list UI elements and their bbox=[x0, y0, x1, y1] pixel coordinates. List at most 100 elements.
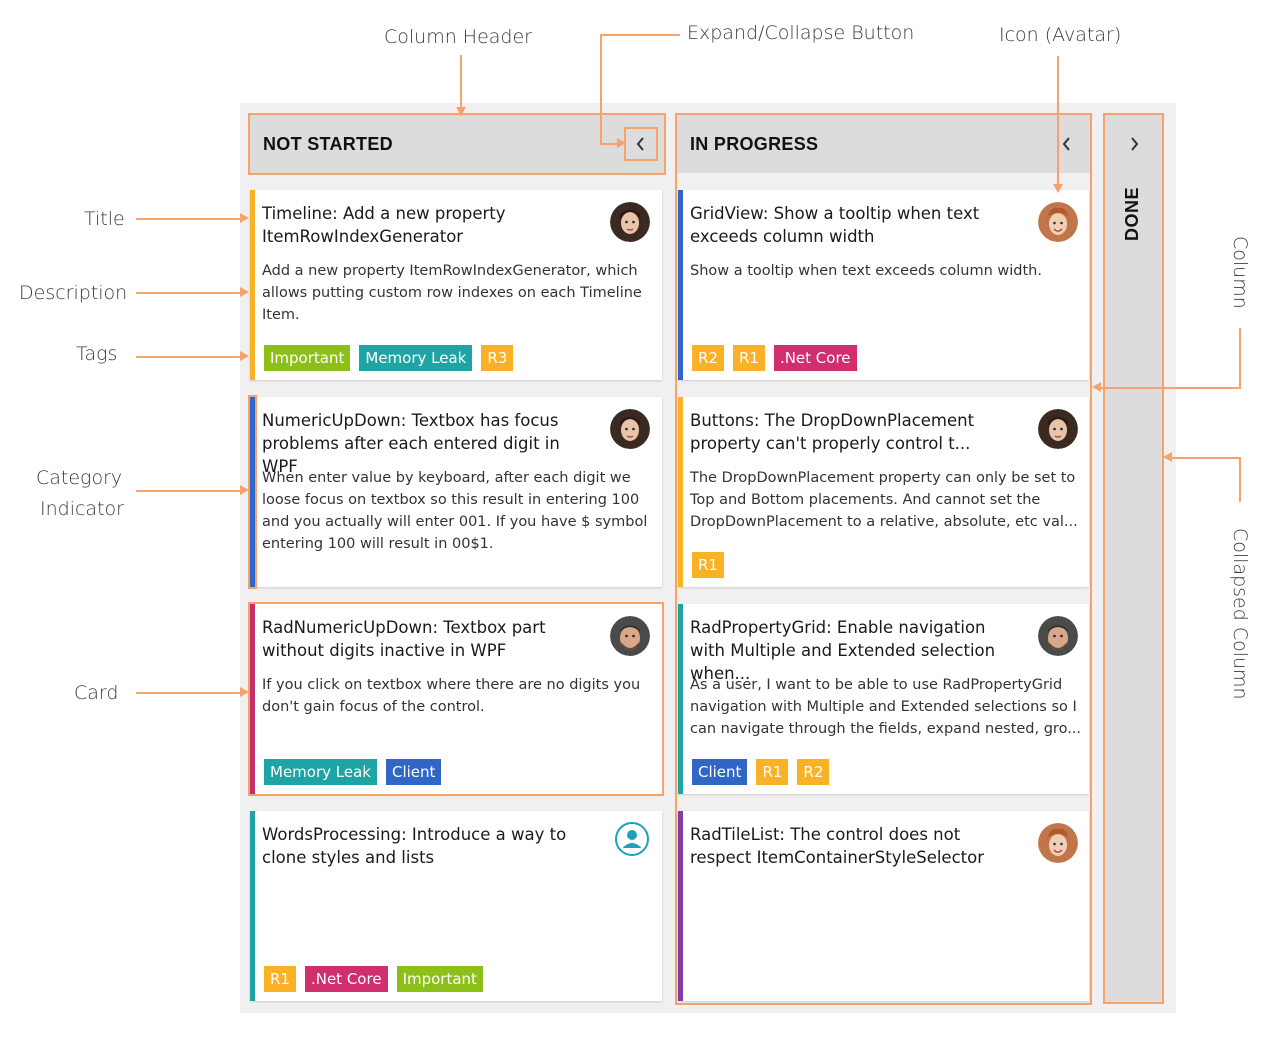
annotation-line bbox=[1057, 56, 1059, 184]
card-title: Buttons: The DropDownPlacement property … bbox=[690, 411, 975, 453]
card-title: WordsProcessing: Introduce a way to clon… bbox=[262, 825, 567, 867]
annotation-title: Title bbox=[84, 208, 125, 230]
category-indicator bbox=[250, 604, 255, 794]
tag-r2[interactable]: R2 bbox=[692, 345, 724, 371]
category-indicator bbox=[248, 395, 257, 589]
card-tags: Memory Leak Client bbox=[264, 759, 442, 785]
card[interactable]: Timeline: Add a new property ItemRowInde… bbox=[250, 190, 662, 380]
card-description: When enter value by keyboard, after each… bbox=[262, 470, 648, 552]
annotation-arrow bbox=[1053, 184, 1063, 193]
annotation-line bbox=[460, 55, 462, 107]
chevron-left-icon bbox=[636, 137, 644, 151]
annotation-line bbox=[600, 143, 618, 145]
chevron-right-icon bbox=[1131, 137, 1139, 151]
annotation-card: Card bbox=[74, 682, 119, 704]
annotation-arrow bbox=[240, 351, 249, 361]
category-indicator bbox=[250, 190, 255, 380]
annotation-line bbox=[1239, 328, 1241, 388]
tag-memory-leak[interactable]: Memory Leak bbox=[359, 345, 473, 371]
card[interactable]: NumericUpDown: Textbox has focus problem… bbox=[248, 395, 662, 589]
tag-important[interactable]: Important bbox=[396, 966, 483, 992]
tag-net-core[interactable]: .Net Core bbox=[773, 345, 857, 371]
annotation-arrow bbox=[240, 485, 249, 495]
tag-r1[interactable]: R1 bbox=[692, 552, 724, 578]
collapse-button[interactable] bbox=[624, 127, 658, 161]
annotation-arrow bbox=[240, 213, 249, 223]
chevron-left-icon bbox=[1062, 137, 1070, 151]
user-placeholder-icon bbox=[614, 821, 650, 857]
card[interactable]: RadTileList: The control does not respec… bbox=[678, 811, 1089, 1001]
tag-client[interactable]: Client bbox=[385, 759, 442, 785]
tag-r3[interactable]: R3 bbox=[481, 345, 514, 371]
category-indicator bbox=[678, 811, 683, 1001]
card-title: Timeline: Add a new property ItemRowInde… bbox=[262, 204, 506, 246]
annotation-line bbox=[600, 34, 602, 144]
annotation-arrow bbox=[617, 138, 626, 148]
card-tags: Important Memory Leak R3 bbox=[264, 345, 514, 371]
card-title: RadTileList: The control does not respec… bbox=[690, 825, 984, 867]
annotation-category-indicator-line1: Category bbox=[36, 467, 123, 489]
column-header-in-progress: IN PROGRESS bbox=[677, 115, 1090, 173]
tag-r1[interactable]: R1 bbox=[756, 759, 789, 785]
annotation-line bbox=[1239, 457, 1241, 502]
card-description: If you click on textbox where there are … bbox=[262, 677, 641, 715]
column-title: NOT STARTED bbox=[263, 133, 393, 154]
card[interactable]: Buttons: The DropDownPlacement property … bbox=[678, 397, 1089, 587]
male-avatar-icon bbox=[610, 616, 650, 656]
tag-net-core[interactable]: .Net Core bbox=[304, 966, 388, 992]
card-description: Add a new property ItemRowIndexGenerator… bbox=[262, 263, 642, 323]
category-indicator bbox=[250, 811, 255, 1001]
tag-r1[interactable]: R1 bbox=[732, 345, 765, 371]
annotation-line bbox=[1172, 457, 1240, 459]
card[interactable]: RadNumericUpDown: Textbox part without d… bbox=[248, 602, 664, 796]
card-tags: R1 .Net Core Important bbox=[264, 966, 483, 992]
card[interactable]: GridView: Show a tooltip when text excee… bbox=[678, 190, 1089, 380]
annotation-icon-avatar: Icon (Avatar) bbox=[999, 24, 1122, 46]
annotation-line bbox=[600, 34, 680, 36]
tag-memory-leak[interactable]: Memory Leak bbox=[264, 759, 377, 785]
card-tags: R1 bbox=[692, 552, 724, 578]
female-avatar-icon bbox=[1038, 202, 1078, 242]
annotation-line bbox=[136, 356, 240, 358]
category-indicator bbox=[678, 397, 683, 587]
card-tags: Client R1 R2 bbox=[692, 759, 830, 785]
card[interactable]: WordsProcessing: Introduce a way to clon… bbox=[250, 811, 662, 1001]
card-title: GridView: Show a tooltip when text excee… bbox=[690, 204, 980, 246]
annotation-arrow bbox=[240, 287, 249, 297]
annotation-arrow bbox=[456, 107, 466, 116]
tag-client[interactable]: Client bbox=[692, 759, 748, 785]
female-avatar-icon bbox=[1038, 823, 1078, 863]
annotation-collapsed-column: Collapsed Column bbox=[1229, 528, 1251, 700]
annotation-category-indicator-line2: Indicator bbox=[40, 498, 124, 520]
annotation-expand-collapse-button: Expand/Collapse Button bbox=[687, 22, 915, 44]
annotation-line bbox=[136, 692, 240, 694]
annotation-column: Column bbox=[1229, 236, 1251, 309]
female-avatar-icon bbox=[610, 409, 650, 449]
collapsed-column-done[interactable]: DONE bbox=[1103, 113, 1164, 1004]
tag-r2[interactable]: R2 bbox=[797, 759, 830, 785]
category-indicator bbox=[678, 604, 683, 794]
card-title: RadNumericUpDown: Textbox part without d… bbox=[262, 618, 546, 660]
column-title: DONE bbox=[1122, 187, 1142, 242]
annotation-description: Description bbox=[19, 282, 128, 304]
female-avatar-icon bbox=[610, 202, 650, 242]
annotation-line bbox=[1101, 387, 1241, 389]
category-indicator bbox=[678, 190, 683, 380]
column-title: IN PROGRESS bbox=[690, 133, 819, 154]
card-description: Show a tooltip when text exceeds column … bbox=[690, 263, 1042, 279]
annotation-arrow bbox=[240, 687, 249, 697]
card-description: As a user, I want to be able to use RadP… bbox=[690, 677, 1082, 737]
annotation-line bbox=[136, 218, 240, 220]
card[interactable]: RadPropertyGrid: Enable navigation with … bbox=[678, 604, 1089, 794]
expand-button[interactable] bbox=[1122, 132, 1146, 156]
annotation-column-header: Column Header bbox=[384, 26, 532, 48]
tag-important[interactable]: Important bbox=[264, 345, 351, 371]
card-description: The DropDownPlacement property can only … bbox=[690, 470, 1078, 530]
annotation-tags: Tags bbox=[76, 343, 118, 365]
female-avatar-icon bbox=[1038, 409, 1078, 449]
annotation-line bbox=[136, 292, 240, 294]
card-tags: R2 R1 .Net Core bbox=[692, 345, 857, 371]
tag-r1[interactable]: R1 bbox=[264, 966, 296, 992]
male-avatar-icon bbox=[1038, 616, 1078, 656]
annotation-arrow bbox=[1163, 452, 1172, 462]
